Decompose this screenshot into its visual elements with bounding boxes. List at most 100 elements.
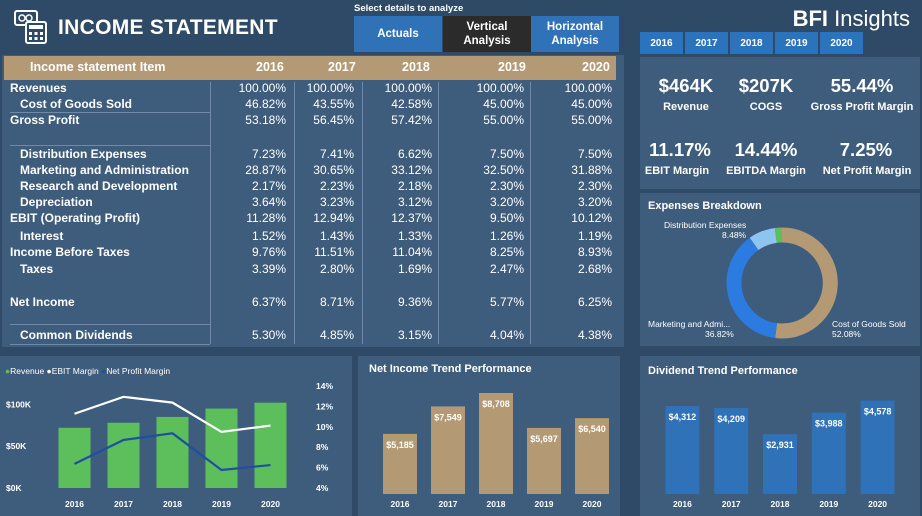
row-label: Distribution Expenses — [20, 147, 147, 161]
distribution-label: Distribution Expenses — [664, 220, 747, 230]
table-header-row: Income statement Item 2016 2017 2018 201… — [4, 56, 616, 80]
row-label: Depreciation — [20, 195, 93, 209]
x-tick-label: 2016 — [65, 499, 84, 509]
table-row: Distribution Expenses 7.23% 7.41% 6.62% 7.50… — [2, 147, 620, 163]
row-value-2018: 100.00% — [384, 81, 432, 95]
y2-tick-label: 8% — [316, 442, 329, 452]
x-tick-label: 2018 — [771, 499, 790, 509]
table-row: Revenues 100.00% 100.00% 100.00% 100.00% 100.… — [2, 81, 620, 97]
row-value-2016: 5.30% — [251, 328, 286, 342]
y2-tick-label: 4% — [316, 483, 329, 493]
data-label: $4,578 — [864, 407, 892, 417]
revenue-margin-chart: $0K $50K $100K 4% 6% 8% 10% 12% 14% 2016 2017 2018 2… — [6, 381, 333, 509]
row-value-2017: 43.55% — [313, 97, 354, 111]
column-header-2020: 2020 — [582, 60, 610, 74]
marketing-pct: 36.82% — [705, 329, 734, 339]
vertical-analysis-button[interactable]: Vertical Analysis — [443, 16, 531, 52]
y2-tick-label: 12% — [316, 401, 333, 411]
row-value-2016: 2.17% — [251, 179, 286, 193]
y2-tick-label: 6% — [316, 463, 329, 473]
row-value-2018: 57.42% — [391, 113, 432, 127]
row-divider — [10, 324, 210, 325]
row-value-2016: 7.23% — [251, 147, 286, 161]
row-value-2016: 28.87% — [245, 163, 286, 177]
row-value-2017: 3.23% — [319, 195, 354, 209]
row-value-2019: 5.77% — [489, 295, 524, 309]
horizontal-analysis-button-label: Horizontal Analysis — [546, 21, 604, 47]
row-value-2016: 46.82% — [245, 97, 286, 111]
row-value-2017: 4.85% — [319, 328, 354, 342]
distribution-pct: 8.48% — [722, 230, 747, 240]
row-value-2016: 53.18% — [245, 113, 286, 127]
row-value-2019: 100.00% — [476, 81, 524, 95]
data-label: $7,549 — [434, 412, 462, 422]
year-filter-2020[interactable]: 2020 — [820, 32, 863, 54]
row-value-2020: 6.25% — [577, 295, 612, 309]
row-label: Research and Development — [20, 179, 178, 193]
year-filter-2017[interactable]: 2017 — [685, 32, 728, 54]
data-label: $2,931 — [766, 440, 794, 450]
x-tick-label: 2020 — [261, 499, 280, 509]
data-label: $4,312 — [669, 412, 697, 422]
row-value-2019: 2.47% — [489, 262, 524, 276]
revenue-bar — [156, 416, 189, 488]
row-value-2020: 2.30% — [577, 179, 612, 193]
table-row: Gross Profit 53.18% 56.45% 57.42% 55.00% 55.0… — [2, 113, 620, 129]
row-value-2018: 11.04% — [392, 245, 432, 259]
row-divider — [10, 145, 210, 146]
donut-slice-marketing[interactable] — [726, 237, 778, 339]
year-filter-2016[interactable]: 2016 — [640, 32, 683, 54]
row-value-2020: 7.50% — [577, 147, 612, 161]
revenue-bar — [254, 402, 287, 488]
row-value-2018: 1.69% — [397, 262, 432, 276]
row-value-2016: 1.52% — [251, 229, 286, 243]
revenue-bar — [205, 408, 238, 488]
kpi-ebit-margin-value: 11.17% — [649, 139, 711, 160]
data-label: $8,708 — [482, 399, 510, 409]
x-tick-label: 2018 — [163, 499, 182, 509]
row-value-2017: 30.65% — [313, 163, 354, 177]
row-value-2019: 55.00% — [483, 113, 524, 127]
cogs-pct: 52.08% — [832, 329, 861, 339]
year-filter-2019[interactable]: 2019 — [775, 32, 818, 54]
table-row: Interest 1.52% 1.43% 1.33% 1.26% 1.19% — [2, 229, 620, 245]
row-value-2017: 2.80% — [319, 262, 354, 276]
x-tick-label: 2017 — [114, 499, 133, 509]
brand-rest: Insights — [828, 6, 910, 31]
x-tick-label: 2020 — [583, 499, 602, 509]
kpi-revenue-value: $464K — [658, 75, 714, 96]
cogs-label: Cost of Goods Sold — [832, 319, 906, 329]
row-value-2018: 6.62% — [397, 147, 432, 161]
row-label: Revenues — [10, 81, 67, 95]
kpi-net-margin-label: Net Profit Margin — [822, 165, 912, 177]
x-tick-label: 2017 — [439, 499, 458, 509]
row-value-2016: 11.28% — [246, 211, 286, 225]
actuals-button[interactable]: Actuals — [354, 16, 442, 52]
row-value-2020: 1.19% — [577, 229, 612, 243]
kpi-gross-margin-value: 55.44% — [830, 75, 894, 96]
data-label: $3,988 — [815, 419, 843, 429]
y2-tick-label: 14% — [316, 381, 333, 391]
row-value-2019: 7.50% — [489, 147, 524, 161]
year-filter-2018[interactable]: 2018 — [730, 32, 773, 54]
row-label: Gross Profit — [10, 113, 80, 127]
expenses-donut — [726, 227, 838, 339]
donut-slice-cogs[interactable] — [775, 227, 838, 339]
row-value-2016: 6.37% — [251, 295, 286, 309]
net-income-chart: $5,185 2016 $7,549 2017 $8,708 2018 $5,697 2019… — [383, 392, 609, 509]
row-value-2019: 3.20% — [489, 195, 524, 209]
dividend-trend-panel: Dividend Trend Performance $4,312 2016 $4,… — [640, 356, 920, 516]
table-row: Net Income 6.37% 8.71% 9.36% 5.77% 6.25% — [2, 295, 620, 311]
row-value-2019: 9.50% — [489, 211, 524, 225]
header: INCOME STATEMENT Select details to analy… — [0, 0, 922, 54]
row-value-2017: 2.23% — [319, 179, 354, 193]
kpi-ebitda-margin-value: 14.44% — [734, 139, 798, 160]
horizontal-analysis-button[interactable]: Horizontal Analysis — [531, 16, 619, 52]
row-value-2020: 8.93% — [577, 245, 612, 259]
donut-slice-distribution[interactable] — [749, 227, 778, 251]
net-income-trend-panel: Net Income Trend Performance $5,185 2016 $… — [358, 356, 620, 516]
brand-logo: BFI Insights — [793, 6, 910, 32]
row-value-2017: 1.43% — [319, 229, 354, 243]
row-value-2018: 33.12% — [391, 163, 432, 177]
row-value-2020: 31.88% — [571, 163, 612, 177]
